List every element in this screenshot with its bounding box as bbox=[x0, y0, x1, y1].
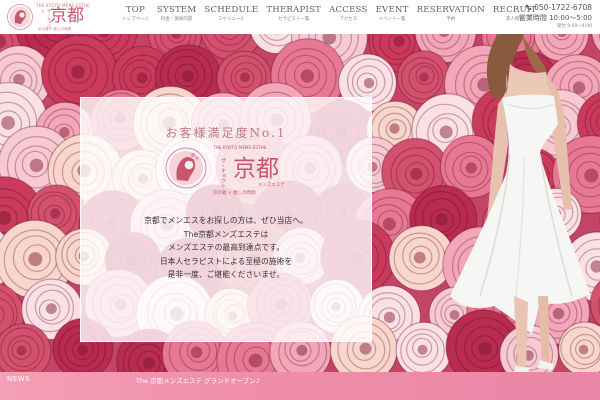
logo-sub-text: 京の雅 × 癒しの時間 bbox=[38, 27, 72, 31]
reception-hours: 受付 9:00～4:00 bbox=[556, 24, 592, 29]
news-headline-link[interactable]: The 京都メンズエステ グランドオープン♪ bbox=[136, 375, 260, 385]
nav-label: RESERVATION bbox=[416, 5, 485, 15]
nav-label: SYSTEM bbox=[156, 5, 197, 15]
phone-number: 050-1722-6708 bbox=[534, 3, 592, 12]
intro-line: 京都でメンエスをお探しの方は、ぜひ当店へ。 bbox=[144, 216, 308, 225]
nav-sublabel: トップページ bbox=[122, 17, 149, 22]
nav-schedule[interactable]: SCHEDULE スケジュール bbox=[200, 4, 262, 30]
main-nav: TOP トップページ SYSTEM 料金・施術内容 SCHEDULE スケジュー… bbox=[118, 4, 540, 30]
intro-text: 京都でメンエスをお探しの方は、ぜひ当店へ。 The京都メンズエステは メンズエス… bbox=[81, 214, 371, 282]
nav-sublabel: 料金・施術内容 bbox=[160, 17, 193, 22]
geisha-emblem-icon bbox=[165, 147, 207, 189]
intro-line: メンズエステの最高到達点です。 bbox=[167, 243, 284, 252]
panel-logo-small-text: THE KYOTO MENS ESTHE bbox=[213, 146, 267, 151]
nav-sublabel: アクセス bbox=[339, 17, 358, 22]
phone-link[interactable]: 050-1722-6708 bbox=[519, 2, 592, 13]
nav-reservation[interactable]: RESERVATION 予約 bbox=[413, 4, 489, 30]
intro-line: 日本人セラピストによる至極の施術を bbox=[159, 256, 293, 266]
nav-label: ACCESS bbox=[329, 5, 368, 15]
panel-logo: THE KYOTO MENS ESTHE ザ・キョウト 京都 メンズエステ 京の… bbox=[163, 144, 298, 199]
nav-label: THERAPIST bbox=[266, 5, 322, 15]
logo-kanji: 京都 bbox=[50, 6, 84, 26]
nav-label: SCHEDULE bbox=[204, 5, 259, 15]
panel-logo-kana: メンズエステ bbox=[258, 183, 285, 188]
model-photo bbox=[450, 34, 590, 372]
nav-access[interactable]: ACCESS アクセス bbox=[325, 4, 371, 30]
satisfaction-tagline: お客様満足度No.1 bbox=[165, 126, 287, 140]
intro-line: 是非一度、ご堪能くださいませ。 bbox=[167, 270, 285, 279]
nav-top[interactable]: TOP トップページ bbox=[118, 4, 153, 30]
panel-logo-ruby: ザ・キョウト bbox=[220, 158, 226, 188]
nav-sublabel: スケジュール bbox=[218, 17, 245, 22]
intro-panel: お客様満足度No.1 THE KYOTO MENS ESTHE ザ・キョウト 京… bbox=[80, 97, 372, 342]
site-header: THE KYOTO MENS ESTHE ザ・キョウト 京都 京の雅 × 癒しの… bbox=[0, 0, 600, 34]
nav-system[interactable]: SYSTEM 料金・施術内容 bbox=[153, 4, 200, 30]
intro-line: The京都メンズエステは bbox=[183, 229, 269, 239]
nav-sublabel: セラピスト一覧 bbox=[277, 17, 310, 22]
news-bar: NEWS The 京都メンズエステ グランドオープン♪ bbox=[0, 372, 600, 400]
hero-section: お客様満足度No.1 THE KYOTO MENS ESTHE ザ・キョウト 京… bbox=[0, 34, 600, 372]
site-logo[interactable]: THE KYOTO MENS ESTHE ザ・キョウト 京都 京の雅 × 癒しの… bbox=[6, 2, 102, 32]
nav-sublabel: 予約 bbox=[446, 17, 456, 22]
phone-icon bbox=[525, 4, 532, 11]
panel-logo-kanji: 京都 bbox=[233, 156, 279, 182]
business-hours: 営業時間 10:00～5:00 bbox=[518, 14, 592, 22]
panel-logo-sub: 京の雅 × 癒しの時間 bbox=[213, 191, 256, 196]
nav-label: EVENT bbox=[375, 5, 409, 15]
nav-label: TOP bbox=[125, 5, 146, 15]
nav-therapist[interactable]: THERAPIST セラピスト一覧 bbox=[262, 4, 325, 30]
contact-info: 050-1722-6708 営業時間 10:00～5:00 受付 9:00～4:… bbox=[519, 2, 592, 30]
nav-sublabel: イベント一覧 bbox=[378, 17, 406, 22]
geisha-emblem-icon bbox=[7, 4, 33, 30]
nav-event[interactable]: EVENT イベント一覧 bbox=[372, 4, 413, 30]
news-label: NEWS bbox=[7, 375, 31, 383]
